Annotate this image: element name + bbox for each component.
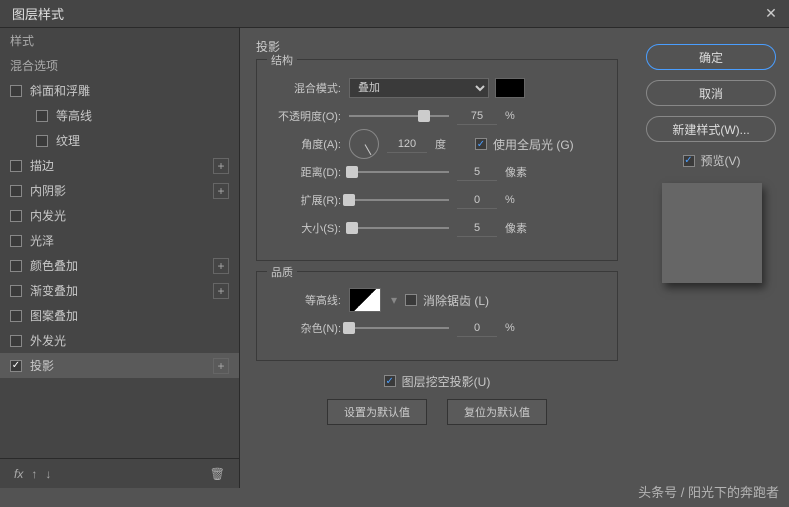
sidebar-texture[interactable]: 纹理 [0,128,239,153]
knockout-label: 图层挖空投影(U) [402,373,491,390]
quality-title: 品质 [267,264,297,280]
shadow-color-swatch[interactable] [495,78,525,98]
sidebar-blend-options[interactable]: 混合选项 [0,53,239,78]
angle-value[interactable] [387,135,427,153]
size-label: 大小(S): [269,220,349,236]
global-light-checkbox[interactable] [475,138,487,150]
checkbox-icon[interactable] [10,310,22,322]
angle-unit: 度 [435,136,465,152]
distance-label: 距离(D): [269,164,349,180]
spread-unit: % [505,194,535,206]
sidebar-color-overlay[interactable]: 颜色叠加+ [0,253,239,278]
sidebar-bevel-emboss[interactable]: 斜面和浮雕 [0,78,239,103]
checkbox-icon[interactable] [10,260,22,272]
trash-icon[interactable]: 🗑 [210,467,225,481]
structure-group: 结构 混合模式: 叠加 不透明度(O): % 角度(A): [256,59,618,261]
opacity-value[interactable] [457,107,497,125]
preview-label: 预览(V) [701,152,741,169]
sidebar-outer-glow[interactable]: 外发光 [0,328,239,353]
plus-icon[interactable]: + [213,183,229,199]
cancel-button[interactable]: 取消 [646,80,776,106]
angle-dial[interactable] [349,129,379,159]
window-title: 图层样式 [12,4,64,23]
reset-default-button[interactable]: 复位为默认值 [447,399,547,425]
global-light-label: 使用全局光 (G) [493,136,574,153]
checkbox-icon[interactable] [36,110,48,122]
sidebar-gradient-overlay[interactable]: 渐变叠加+ [0,278,239,303]
opacity-label: 不透明度(O): [269,108,349,124]
arrow-up-icon[interactable]: ↑ [31,467,37,481]
size-slider[interactable] [349,227,449,229]
plus-icon[interactable]: + [213,158,229,174]
checkbox-icon[interactable] [10,235,22,247]
settings-content: 投影 结构 混合模式: 叠加 不透明度(O): % 角度(A): [240,28,634,488]
antialias-label: 消除锯齿 (L) [423,292,489,309]
plus-icon[interactable]: + [213,258,229,274]
distance-unit: 像素 [505,164,535,180]
distance-slider[interactable] [349,171,449,173]
angle-label: 角度(A): [269,136,349,152]
size-unit: 像素 [505,220,535,236]
sidebar-satin[interactable]: 光泽 [0,228,239,253]
blend-mode-select[interactable]: 叠加 [349,78,489,98]
structure-title: 结构 [267,52,297,68]
sidebar-pattern-overlay[interactable]: 图案叠加 [0,303,239,328]
sidebar-contour[interactable]: 等高线 [0,103,239,128]
checkbox-icon[interactable] [36,135,48,147]
ok-button[interactable]: 确定 [646,44,776,70]
noise-unit: % [505,322,535,334]
plus-icon[interactable]: + [213,358,229,374]
fx-icon[interactable]: fx [14,467,23,481]
watermark: 头条号 / 阳光下的奔跑者 [638,482,779,501]
antialias-checkbox[interactable] [405,294,417,306]
size-value[interactable] [457,219,497,237]
contour-label: 等高线: [269,292,349,308]
set-default-button[interactable]: 设置为默认值 [327,399,427,425]
sidebar-inner-glow[interactable]: 内发光 [0,203,239,228]
checkbox-icon[interactable] [10,185,22,197]
checkbox-icon[interactable] [10,360,22,372]
blend-mode-label: 混合模式: [269,80,349,96]
checkbox-icon[interactable] [10,85,22,97]
sidebar-styles[interactable]: 样式 [0,28,239,53]
checkbox-icon[interactable] [10,335,22,347]
spread-label: 扩展(R): [269,192,349,208]
right-panel: 确定 取消 新建样式(W)... 预览(V) [634,28,789,488]
opacity-slider[interactable] [349,115,449,117]
new-style-button[interactable]: 新建样式(W)... [646,116,776,142]
opacity-unit: % [505,110,535,122]
spread-value[interactable] [457,191,497,209]
close-icon[interactable]: ✕ [761,4,781,24]
spread-slider[interactable] [349,199,449,201]
noise-slider[interactable] [349,327,449,329]
titlebar: 图层样式 ✕ [0,0,789,28]
contour-picker[interactable] [349,288,381,312]
checkbox-icon[interactable] [10,160,22,172]
sidebar-inner-shadow[interactable]: 内阴影+ [0,178,239,203]
sidebar-footer: fx ↑ ↓ 🗑 [0,458,239,488]
panel-title: 投影 [256,38,618,55]
noise-value[interactable] [457,319,497,337]
quality-group: 品质 等高线: ▾ 消除锯齿 (L) 杂色(N): % [256,271,618,361]
sidebar-drop-shadow[interactable]: 投影+ [0,353,239,378]
sidebar-stroke[interactable]: 描边+ [0,153,239,178]
plus-icon[interactable]: + [213,283,229,299]
knockout-checkbox[interactable] [384,375,396,387]
arrow-down-icon[interactable]: ↓ [45,467,51,481]
noise-label: 杂色(N): [269,320,349,336]
checkbox-icon[interactable] [10,210,22,222]
effects-sidebar: 样式 混合选项 斜面和浮雕 等高线 纹理 描边+ 内阴影+ 内发光 光泽 颜色叠… [0,28,240,488]
checkbox-icon[interactable] [10,285,22,297]
distance-value[interactable] [457,163,497,181]
preview-checkbox[interactable] [683,155,695,167]
preview-swatch [662,183,762,283]
